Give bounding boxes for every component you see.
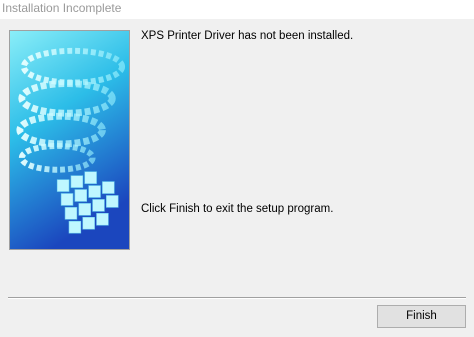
footer-divider: [8, 297, 466, 299]
setup-banner-image: [9, 30, 130, 250]
title-bar: Installation Incomplete: [0, 0, 474, 19]
finish-button[interactable]: Finish: [377, 305, 466, 328]
status-message: XPS Printer Driver has not been installe…: [141, 30, 354, 42]
instruction-message: Click Finish to exit the setup program.: [141, 203, 334, 215]
spiral-graphic-icon: [10, 31, 129, 249]
window-title: Installation Incomplete: [2, 1, 122, 15]
